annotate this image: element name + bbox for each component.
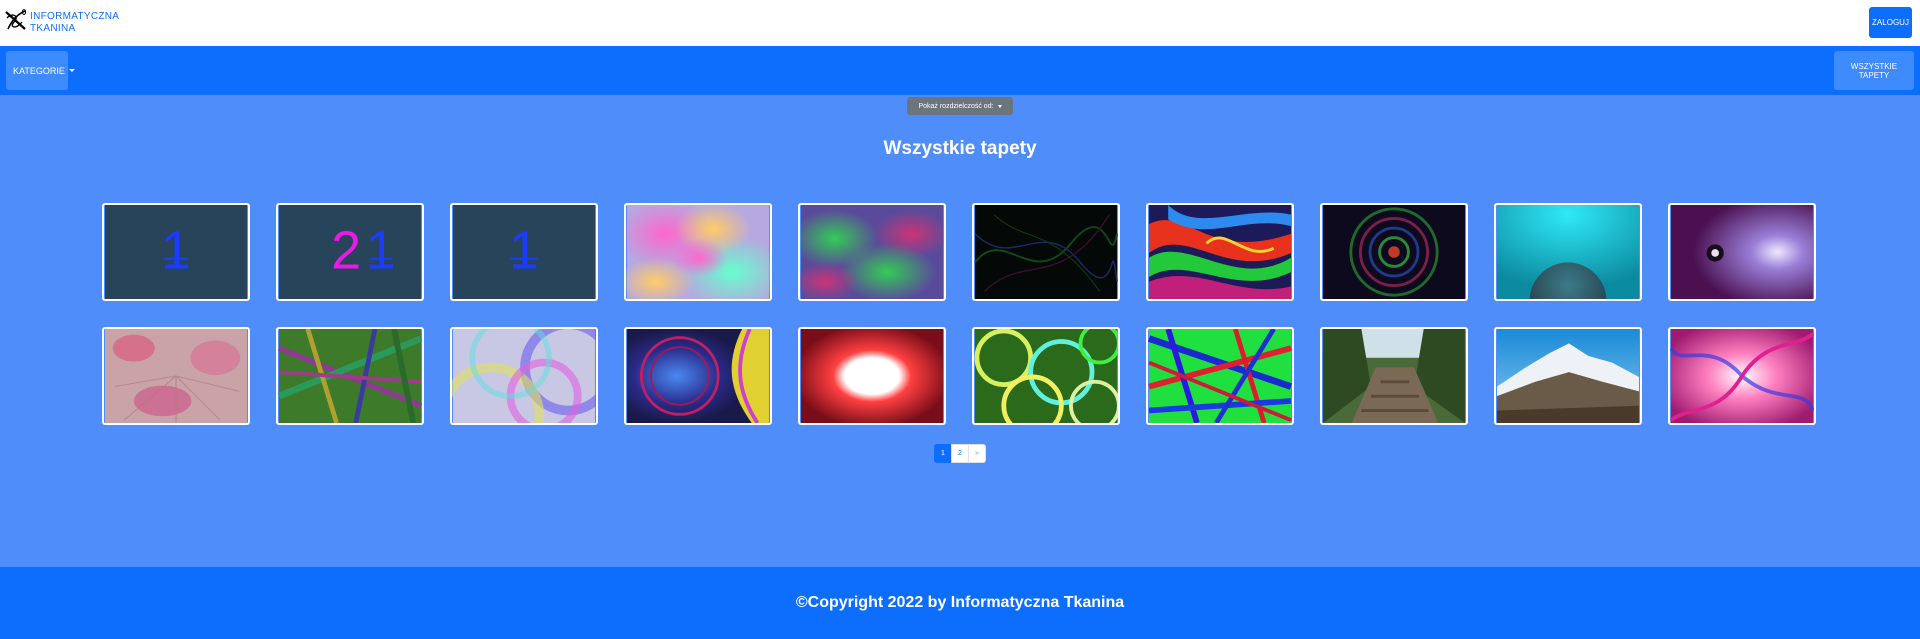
pink-swirl-image [1670, 329, 1814, 423]
red-glow-image [801, 329, 943, 423]
wallpaper-thumbnail[interactable]: 1 [450, 203, 598, 301]
wallpaper-thumbnail[interactable] [450, 327, 598, 425]
main-navbar: KATEGORIE WSZYSTKIE TAPETY [0, 46, 1920, 95]
next-page-link[interactable]: » [968, 444, 986, 463]
digit-wallpaper-image: 2 1 [279, 205, 421, 299]
categories-label: KATEGORIE [13, 65, 65, 76]
page-title: Wszystkie tapety [883, 138, 1037, 159]
neon-rings-image [974, 329, 1118, 423]
caret-down-icon [68, 69, 75, 72]
wallpaper-thumbnail[interactable]: 1 [102, 203, 250, 301]
wallpaper-thumbnail[interactable] [1494, 327, 1642, 425]
wallpaper-thumbnail[interactable] [624, 203, 772, 301]
wallpaper-thumbnail[interactable] [1146, 203, 1294, 301]
footer: ©Copyright 2022 by Informatyczna Tkanina [0, 567, 1920, 639]
wallpaper-thumbnail[interactable]: 2 1 [276, 203, 424, 301]
wallpaper-thumbnail[interactable] [1494, 203, 1642, 301]
green-purple-clouds-image [800, 205, 944, 299]
rgb-lines-image [1148, 329, 1292, 423]
all-wallpapers-button[interactable]: WSZYSTKIE TAPETY [1834, 51, 1914, 90]
wallpaper-digit: 1 [366, 220, 396, 280]
mountains-image [1497, 329, 1639, 423]
resolution-filter-dropdown[interactable]: Pokaż rozdzielczość od: [907, 97, 1013, 115]
dark-threads-image [974, 205, 1118, 299]
pagination: 1 2 » [934, 444, 986, 463]
wallpaper-thumbnail[interactable] [798, 203, 946, 301]
copyright-text: ©Copyright 2022 by Informatyczna Tkanina [795, 594, 1125, 611]
main-content: Pokaż rozdzielczość od: Wszystkie tapety… [0, 95, 1920, 567]
wallpaper-digit: 1 [161, 220, 191, 280]
wallpaper-thumbnail[interactable] [798, 327, 946, 425]
wallpaper-thumbnail[interactable] [1668, 327, 1816, 425]
spiral-dark-image [1323, 205, 1465, 299]
wallpaper-digit: 1 [509, 220, 539, 280]
caret-down-icon [997, 104, 1002, 108]
digit-wallpaper-image: 1 [105, 205, 247, 299]
wallpaper-thumbnail[interactable] [1320, 327, 1468, 425]
brand-name: INFORMATYCZNA TKANINA [30, 11, 119, 35]
wallpaper-thumbnail[interactable] [276, 327, 424, 425]
green-lines-image [278, 329, 422, 423]
wallpaper-digit: 2 [331, 220, 361, 280]
blue-orb-image [627, 329, 769, 423]
wallpaper-thumbnail[interactable] [1320, 203, 1468, 301]
categories-dropdown-button[interactable]: KATEGORIE [6, 51, 75, 90]
wallpaper-thumbnail[interactable] [1668, 203, 1816, 301]
forest-path-image [1323, 329, 1465, 423]
wallpaper-thumbnail[interactable] [624, 327, 772, 425]
wallpaper-thumbnail[interactable] [972, 203, 1120, 301]
needle-thread-logo-icon [4, 8, 28, 37]
wallpaper-thumbnail[interactable] [972, 327, 1120, 425]
digit-wallpaper-image: 1 [453, 205, 595, 299]
pastel-circles-image [452, 329, 596, 423]
brand-line-1: INFORMATYCZNA [30, 10, 120, 22]
wallpaper-thumbnail[interactable] [102, 327, 250, 425]
pastel-clouds-image [626, 205, 770, 299]
wallpaper-grid: 1 2 1 1 [102, 203, 1818, 425]
color-swirl-image [1149, 205, 1291, 299]
cyan-sphere-image [1497, 205, 1639, 299]
wallpaper-thumbnail[interactable] [1146, 327, 1294, 425]
page-link-2[interactable]: 2 [951, 444, 969, 463]
brand-logo-link[interactable]: INFORMATYCZNA TKANINA [4, 8, 119, 37]
purple-space-image [1671, 205, 1813, 299]
brand-line-2: TKANINA [30, 22, 76, 34]
login-button[interactable]: ZALOGUJ [1869, 7, 1912, 38]
page-link-1[interactable]: 1 [934, 444, 952, 463]
resolution-filter-label: Pokaż rozdzielczość od: [918, 102, 994, 110]
top-bar: INFORMATYCZNA TKANINA ZALOGUJ [0, 0, 1920, 46]
pink-flower-image [105, 329, 247, 423]
